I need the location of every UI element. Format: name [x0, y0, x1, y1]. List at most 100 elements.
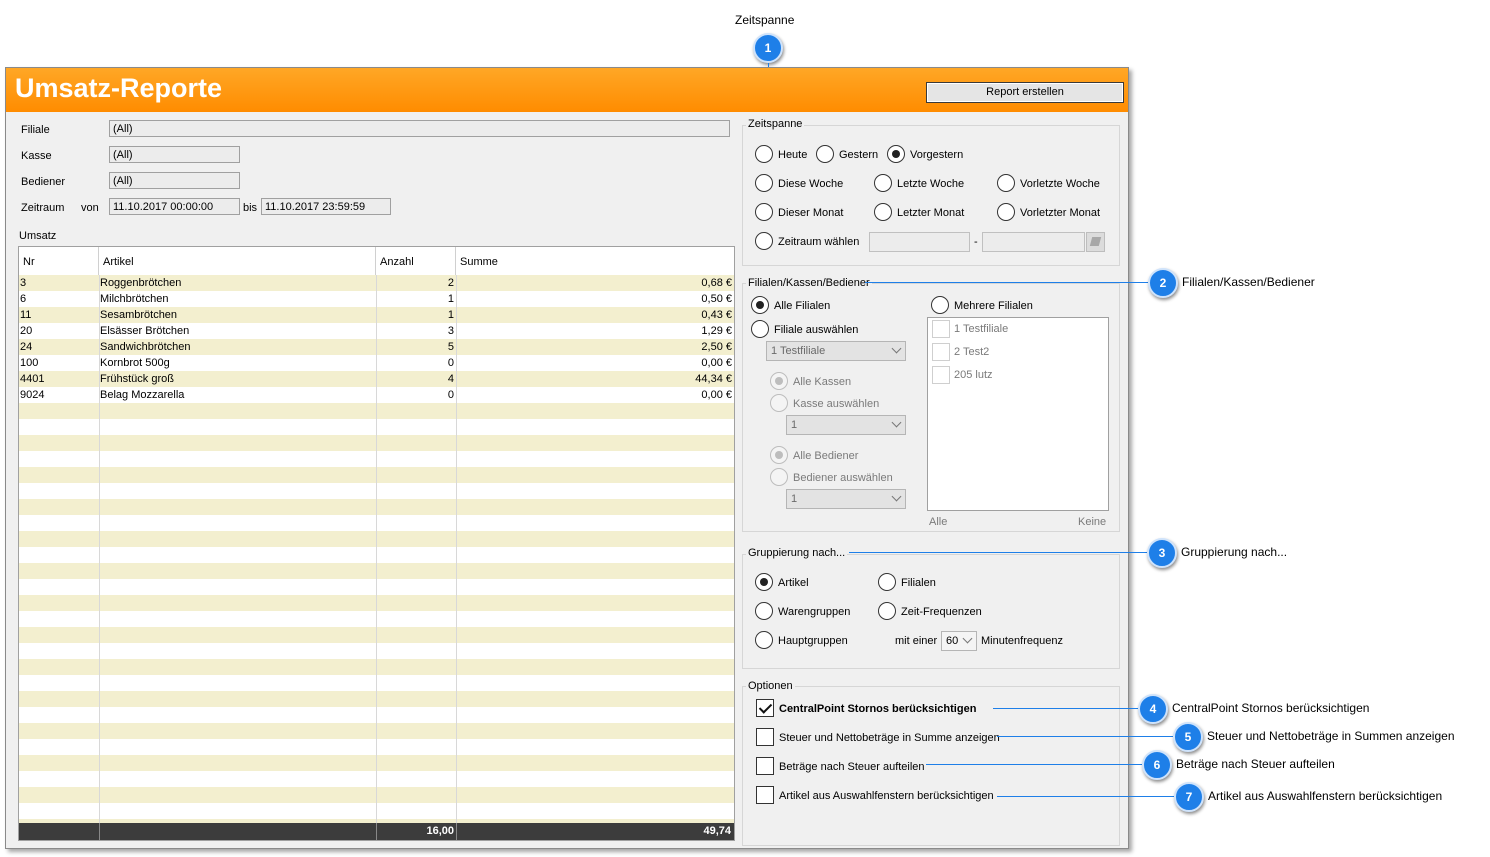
- bediener-combo[interactable]: 1: [786, 489, 906, 509]
- table-body: 3 Roggenbrötchen 2 0,68 € 6 Milchbrötche…: [19, 275, 734, 823]
- radio-artikel[interactable]: [755, 573, 773, 591]
- radio-alle-kassen[interactable]: [770, 372, 788, 390]
- list-item-checkbox[interactable]: [932, 320, 950, 338]
- table-row[interactable]: 6 Milchbrötchen 1 0,50 €: [19, 291, 734, 307]
- checkbox-artikel-auswahl-label[interactable]: Artikel aus Auswahlfenstern berücksichti…: [779, 790, 994, 802]
- kasse-field[interactable]: (All): [109, 146, 240, 163]
- zeitraum-end-field[interactable]: [982, 232, 1085, 252]
- alle-link[interactable]: Alle: [929, 516, 947, 528]
- radio-filiale-auswaehlen-label[interactable]: Filiale auswählen: [774, 324, 858, 336]
- frequenz-combo[interactable]: 60: [941, 631, 977, 651]
- radio-letzter-monat[interactable]: [874, 203, 892, 221]
- keine-link[interactable]: Keine: [1078, 516, 1106, 528]
- calendar-icon[interactable]: [1086, 232, 1105, 252]
- radio-vorletzte-woche-label[interactable]: Vorletzte Woche: [1020, 178, 1100, 190]
- radio-kasse-auswaehlen-label[interactable]: Kasse auswählen: [793, 398, 879, 410]
- radio-zeitraum-waehlen-label[interactable]: Zeitraum wählen: [778, 236, 859, 248]
- callout-7-badge: 7: [1174, 782, 1204, 812]
- total-summe: 49,74: [703, 825, 731, 837]
- bis-field[interactable]: 11.10.2017 23:59:59: [261, 198, 391, 215]
- table-row[interactable]: 100 Kornbrot 500g 0 0,00 €: [19, 355, 734, 371]
- total-anzahl: 16,00: [426, 825, 454, 837]
- column-header-anzahl[interactable]: Anzahl: [376, 247, 456, 275]
- table-row[interactable]: 3 Roggenbrötchen 2 0,68 €: [19, 275, 734, 291]
- checkbox-centralpoint-stornos-label[interactable]: CentralPoint Stornos berücksichtigen: [779, 703, 976, 715]
- radio-heute[interactable]: [755, 145, 773, 163]
- radio-bediener-auswaehlen[interactable]: [770, 468, 788, 486]
- callout-4-label: CentralPoint Stornos berücksichtigen: [1172, 701, 1370, 715]
- radio-letzter-monat-label[interactable]: Letzter Monat: [897, 207, 964, 219]
- radio-filialen[interactable]: [878, 573, 896, 591]
- radio-filialen-label[interactable]: Filialen: [901, 577, 936, 589]
- checkbox-steuer-netto-label[interactable]: Steuer und Nettobeträge in Summe anzeige…: [779, 732, 1000, 744]
- table-row[interactable]: 11 Sesambrötchen 1 0,43 €: [19, 307, 734, 323]
- radio-kasse-auswaehlen[interactable]: [770, 394, 788, 412]
- radio-zeit-frequenzen[interactable]: [878, 602, 896, 620]
- cell-summe: 0,50 €: [701, 293, 732, 305]
- report-window: Umsatz-Reporte Report erstellen Filiale …: [5, 67, 1129, 849]
- radio-hauptgruppen[interactable]: [755, 631, 773, 649]
- column-header-artikel[interactable]: Artikel: [99, 247, 376, 275]
- list-item-checkbox[interactable]: [932, 366, 950, 384]
- radio-alle-filialen[interactable]: [751, 296, 769, 314]
- filialen-listbox[interactable]: 1 Testfiliale 2 Test2 205 lutz: [927, 317, 1109, 511]
- list-item-label[interactable]: 1 Testfiliale: [954, 323, 1008, 335]
- radio-bediener-auswaehlen-label[interactable]: Bediener auswählen: [793, 472, 893, 484]
- kasse-combo[interactable]: 1: [786, 415, 906, 435]
- table-row[interactable]: 20 Elsässer Brötchen 3 1,29 €: [19, 323, 734, 339]
- radio-letzte-woche[interactable]: [874, 174, 892, 192]
- radio-alle-bediener-label[interactable]: Alle Bediener: [793, 450, 858, 462]
- radio-vorletzte-woche[interactable]: [997, 174, 1015, 192]
- radio-letzte-woche-label[interactable]: Letzte Woche: [897, 178, 964, 190]
- report-erstellen-button[interactable]: Report erstellen: [926, 82, 1124, 103]
- radio-mehrere-filialen[interactable]: [931, 296, 949, 314]
- column-header-nr[interactable]: Nr: [19, 247, 99, 275]
- checkbox-betraege-steuer[interactable]: [756, 757, 774, 775]
- von-field[interactable]: 11.10.2017 00:00:00: [109, 198, 240, 215]
- radio-gestern-label[interactable]: Gestern: [839, 149, 878, 161]
- radio-gestern[interactable]: [816, 145, 834, 163]
- callout-5-line: [997, 736, 1173, 737]
- cell-summe: 44,34 €: [695, 373, 732, 385]
- list-item-label[interactable]: 205 lutz: [954, 369, 993, 381]
- radio-diese-woche-label[interactable]: Diese Woche: [778, 178, 843, 190]
- radio-alle-filialen-label[interactable]: Alle Filialen: [774, 300, 830, 312]
- list-item-checkbox[interactable]: [932, 343, 950, 361]
- radio-zeit-frequenzen-label[interactable]: Zeit-Frequenzen: [901, 606, 982, 618]
- radio-vorgestern-label[interactable]: Vorgestern: [910, 149, 963, 161]
- column-header-summe[interactable]: Summe: [456, 247, 734, 275]
- bediener-field[interactable]: (All): [109, 172, 240, 189]
- filiale-field[interactable]: (All): [109, 120, 730, 137]
- radio-artikel-label[interactable]: Artikel: [778, 577, 809, 589]
- filiale-combo[interactable]: 1 Testfiliale: [766, 341, 906, 361]
- zeitraum-start-field[interactable]: [869, 232, 970, 252]
- radio-diese-woche[interactable]: [755, 174, 773, 192]
- radio-filiale-auswaehlen[interactable]: [751, 320, 769, 338]
- radio-vorgestern[interactable]: [887, 145, 905, 163]
- cell-anzahl: 1: [447, 293, 454, 305]
- table-row[interactable]: 24 Sandwichbrötchen 5 2,50 €: [19, 339, 734, 355]
- radio-heute-label[interactable]: Heute: [778, 149, 807, 161]
- radio-warengruppen[interactable]: [755, 602, 773, 620]
- chevron-down-icon: [891, 491, 902, 502]
- radio-dieser-monat-label[interactable]: Dieser Monat: [778, 207, 843, 219]
- radio-dieser-monat[interactable]: [755, 203, 773, 221]
- table-row[interactable]: 9024 Belag Mozzarella 0 0,00 €: [19, 387, 734, 403]
- cell-nr: 20: [20, 325, 33, 337]
- checkbox-steuer-netto[interactable]: [756, 728, 774, 746]
- radio-warengruppen-label[interactable]: Warengruppen: [778, 606, 850, 618]
- radio-alle-bediener[interactable]: [770, 446, 788, 464]
- table-row[interactable]: 4401 Frühstück groß 4 44,34 €: [19, 371, 734, 387]
- checkbox-betraege-steuer-label[interactable]: Beträge nach Steuer aufteilen: [779, 761, 925, 773]
- von-label: von: [81, 202, 99, 214]
- checkbox-centralpoint-stornos[interactable]: [756, 699, 774, 717]
- radio-mehrere-filialen-label[interactable]: Mehrere Filialen: [954, 300, 1033, 312]
- radio-alle-kassen-label[interactable]: Alle Kassen: [793, 376, 851, 388]
- radio-vorletzter-monat[interactable]: [997, 203, 1015, 221]
- list-item-label[interactable]: 2 Test2: [954, 346, 989, 358]
- radio-zeitraum-waehlen[interactable]: [755, 232, 773, 250]
- kasse-combo-value: 1: [791, 419, 798, 431]
- radio-hauptgruppen-label[interactable]: Hauptgruppen: [778, 635, 848, 647]
- checkbox-artikel-auswahl[interactable]: [756, 786, 774, 804]
- radio-vorletzter-monat-label[interactable]: Vorletzter Monat: [1020, 207, 1100, 219]
